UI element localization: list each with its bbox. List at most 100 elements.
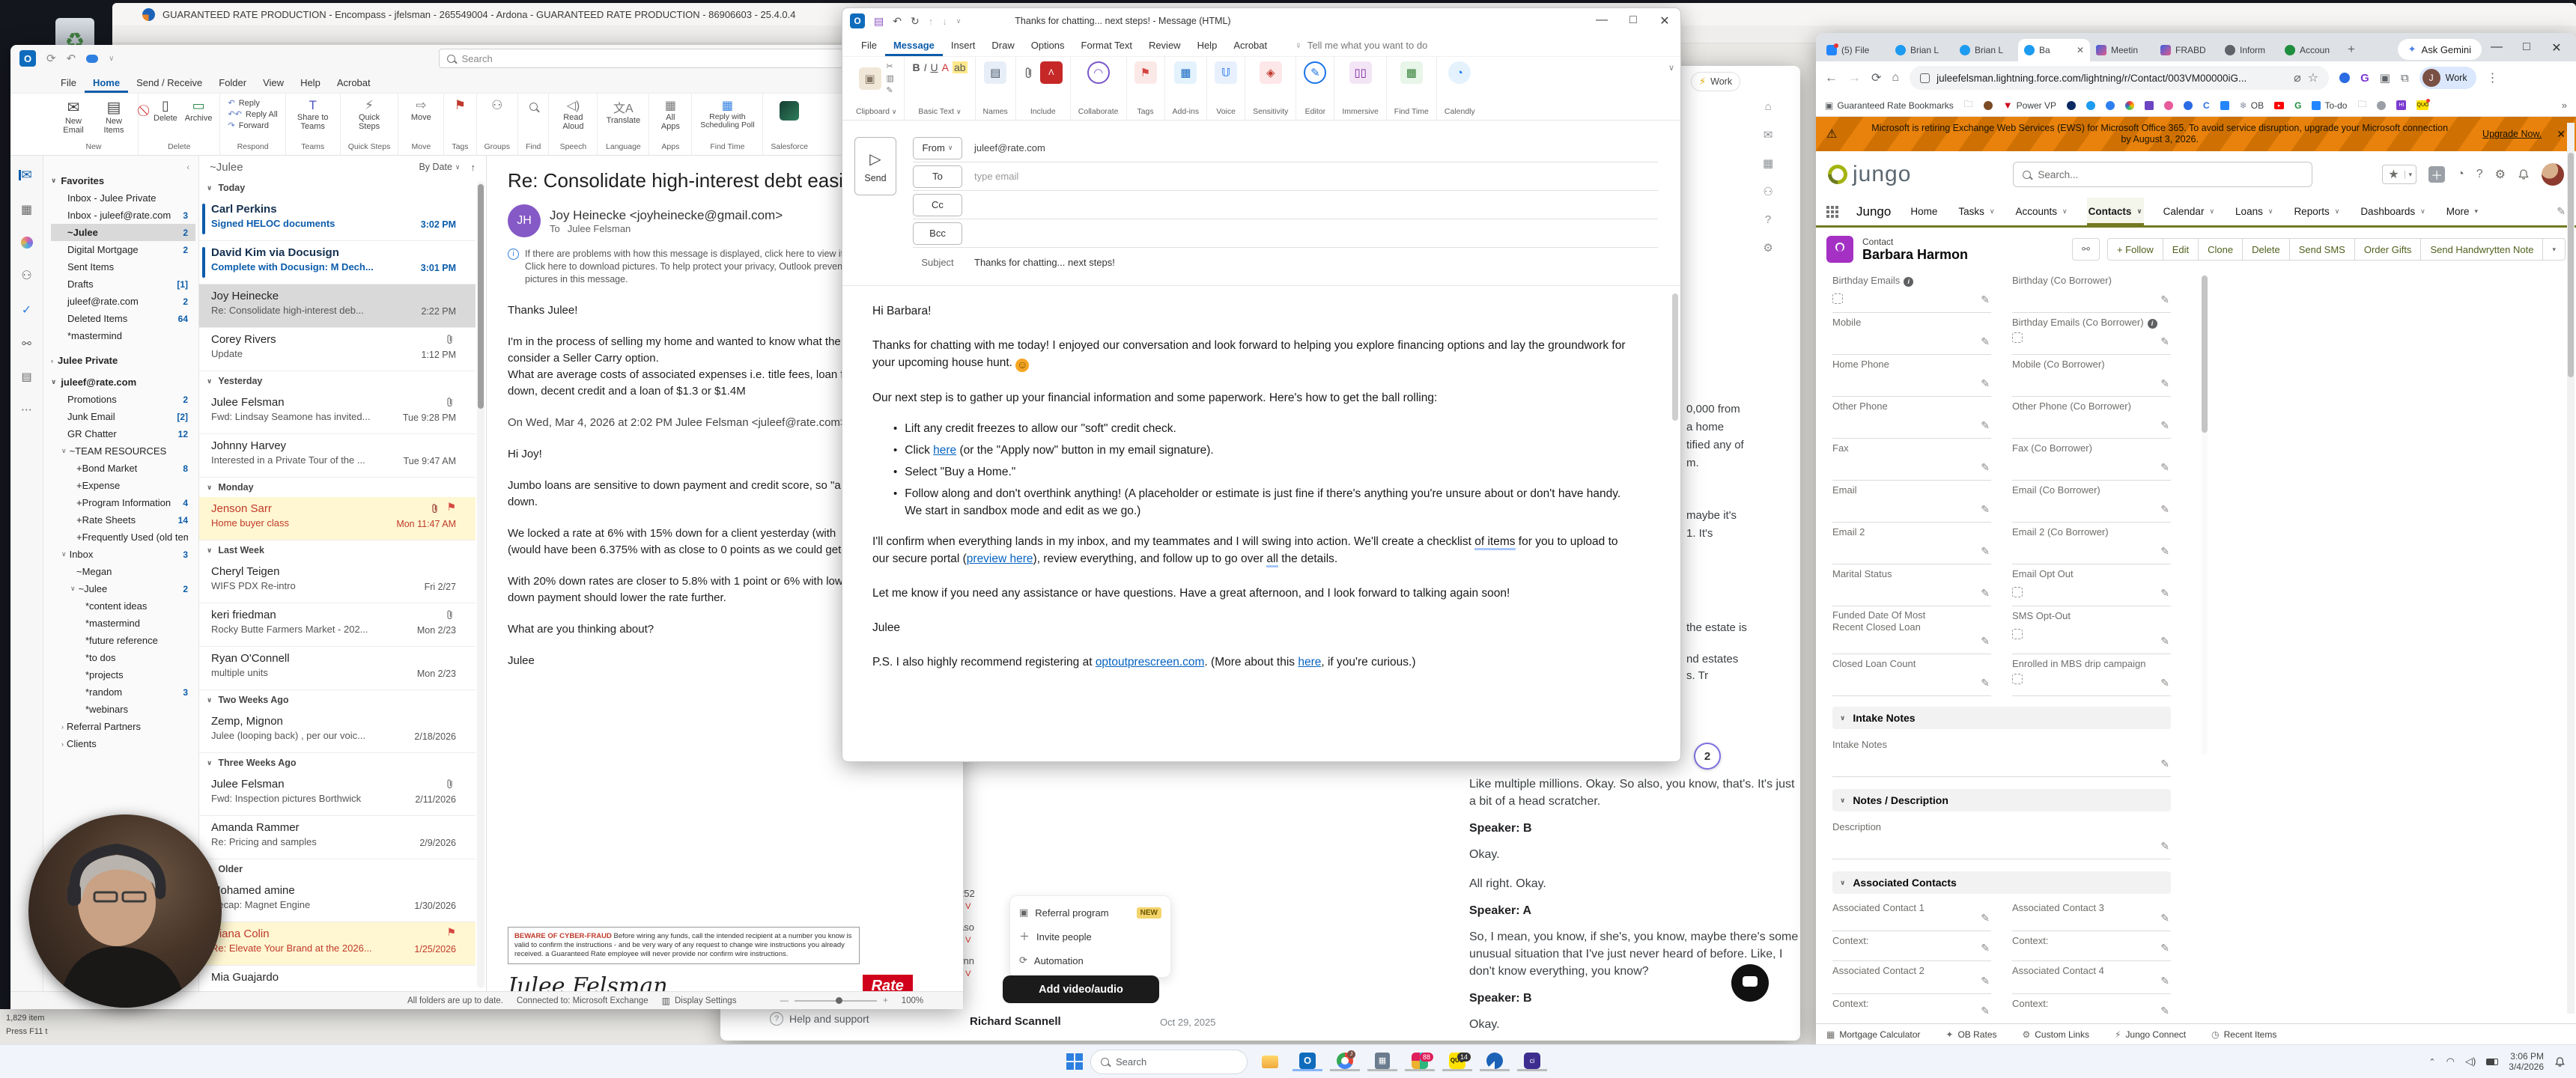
chat-bubble-button[interactable]: ▾ bbox=[1731, 964, 1769, 1002]
new-items-button[interactable]: ▤ New Items bbox=[97, 98, 130, 135]
calendly-icon[interactable]: ◔ bbox=[1448, 61, 1471, 84]
taskbar-slack[interactable]: 88 bbox=[1405, 1053, 1435, 1071]
sort-direction-icon[interactable]: ↑ bbox=[471, 162, 476, 173]
dictate-icon[interactable]: 𝕌 bbox=[1215, 61, 1237, 84]
bookmark-youtube-icon[interactable]: ▸ bbox=[2274, 102, 2284, 109]
mail-icon[interactable]: ✉ bbox=[1764, 128, 1773, 141]
menu-options[interactable]: Options bbox=[1023, 34, 1073, 56]
quick-steps-button[interactable]: ⚡ Quick Steps bbox=[350, 98, 389, 131]
collapse-folder-pane[interactable]: ‹ bbox=[51, 163, 195, 172]
extensions-puzzle-icon[interactable]: ▣ bbox=[2380, 71, 2390, 85]
field-marital-status[interactable]: Marital Status✎ bbox=[1832, 564, 1991, 606]
bookmark-icon[interactable]: HI bbox=[2396, 100, 2406, 110]
folder-item[interactable]: Digital Mortgage2 bbox=[51, 241, 195, 258]
scheduling-poll-icon[interactable]: ▦ bbox=[1400, 61, 1423, 84]
undo-icon[interactable]: ↶ bbox=[893, 15, 902, 28]
qat-customize-icon[interactable]: ∨ bbox=[956, 17, 962, 25]
folder-item[interactable]: Junk Email[2] bbox=[51, 408, 195, 425]
email-row[interactable]: Mohamed amineRecap: Magnet Engine1/30/20… bbox=[199, 879, 476, 922]
apply-link[interactable]: here bbox=[933, 444, 956, 457]
edit-pencil-icon[interactable]: ✎ bbox=[1981, 975, 1990, 987]
edit-pencil-icon[interactable]: ✎ bbox=[2160, 1005, 2169, 1017]
setup-gear-icon[interactable]: ⚙ bbox=[2495, 167, 2506, 182]
favorites-button[interactable]: ★▾ bbox=[2382, 165, 2416, 184]
nav-home[interactable]: Home bbox=[1909, 198, 1939, 225]
more-actions-button[interactable]: ▾ bbox=[2543, 238, 2566, 261]
global-actions-icon[interactable]: ＋ bbox=[2428, 166, 2445, 183]
folder-item[interactable]: ∨~TEAM RESOURCES bbox=[51, 442, 195, 460]
nav-accounts[interactable]: Accounts∨ bbox=[2014, 198, 2068, 225]
nav-more[interactable]: More▾ bbox=[2445, 198, 2479, 225]
read-aloud-button[interactable]: ◁) Read Aloud bbox=[556, 98, 589, 131]
field-assoc-contact-3[interactable]: Associated Contact 3✎ bbox=[2012, 898, 2171, 931]
field-email-co[interactable]: Email (Co Borrower)✎ bbox=[2012, 481, 2171, 523]
email-row[interactable]: Zemp, MignonJulee (looping back) , per o… bbox=[199, 710, 476, 753]
edit-pencil-icon[interactable]: ✎ bbox=[1981, 377, 1990, 390]
field-other-phone-co[interactable]: Other Phone (Co Borrower)✎ bbox=[2012, 397, 2171, 439]
edit-pencil-icon[interactable]: ✎ bbox=[1981, 912, 1990, 925]
email-row[interactable]: Ryan O'Connellmultiple unitsMon 2/23 bbox=[199, 647, 476, 690]
bookmark-todo[interactable]: To-do bbox=[2312, 100, 2347, 111]
clock[interactable]: 3:06 PM3/4/2026 bbox=[2509, 1051, 2544, 1072]
menu-item-automation[interactable]: ⟳ Automation bbox=[1010, 948, 1170, 972]
email-row[interactable]: Carl PerkinsSigned HELOC documents3:02 P… bbox=[199, 198, 476, 241]
field-context[interactable]: Context:✎ bbox=[1832, 931, 1991, 961]
browser-tab[interactable]: Brian L bbox=[1954, 39, 2018, 61]
adobe-link-icon[interactable]: Λ bbox=[1040, 61, 1063, 84]
folder-item-selected[interactable]: ~Julee2 bbox=[51, 224, 195, 241]
section-associated-contacts[interactable]: ∨Associated Contacts bbox=[1832, 871, 2171, 894]
send-handwrytten-button[interactable]: Send Handwrytten Note bbox=[2421, 238, 2543, 261]
side-panel-icon[interactable]: ⧉ bbox=[2401, 72, 2409, 85]
chrome-menu-icon[interactable]: ⋮ bbox=[2487, 70, 2499, 85]
folder-item[interactable]: *mastermind bbox=[51, 615, 195, 632]
edit-pencil-icon[interactable]: ✎ bbox=[2160, 335, 2169, 348]
bookmark-folder[interactable]: ▣Guaranteed Rate Bookmarks bbox=[1825, 100, 1954, 111]
taskbar-search[interactable]: Search bbox=[1090, 1050, 1248, 1074]
field-email2-co[interactable]: Email 2 (Co Borrower)✎ bbox=[2012, 523, 2171, 564]
bookmark-star-icon[interactable]: ☆ bbox=[2308, 70, 2318, 85]
folder-item[interactable]: Promotions2 bbox=[51, 391, 195, 408]
reading-to[interactable]: Julee Felsman bbox=[568, 223, 631, 234]
to-button[interactable]: To bbox=[913, 165, 962, 188]
display-settings-button[interactable]: ▥Display Settings bbox=[662, 996, 737, 1006]
new-email-button[interactable]: ✉ New Email bbox=[57, 98, 90, 135]
menu-item-invite-people[interactable]: ＋ Invite people bbox=[1010, 925, 1170, 948]
profile-chip[interactable]: J Work bbox=[2419, 67, 2476, 89]
folder-item[interactable]: ›Referral Partners bbox=[51, 718, 195, 735]
email-row[interactable]: David Kim via DocusignComplete with Docu… bbox=[199, 241, 476, 284]
folder-item[interactable]: Inbox - Julee Private bbox=[51, 189, 195, 207]
follow-button[interactable]: + Follow bbox=[2107, 238, 2163, 261]
find-icon[interactable] bbox=[529, 103, 538, 111]
email-row[interactable]: Amanda RammerRe: Pricing and samples2/9/… bbox=[199, 816, 476, 859]
edit-pencil-icon[interactable]: ✎ bbox=[1981, 942, 1990, 954]
account-julee-private[interactable]: ›Julee Private bbox=[51, 352, 195, 369]
optout-link[interactable]: optoutprescreen.com bbox=[1096, 656, 1205, 669]
send-receive-icon[interactable]: ⟳ bbox=[46, 52, 56, 65]
salesforce-icon[interactable] bbox=[780, 101, 799, 121]
new-tab-button[interactable]: + bbox=[2348, 42, 2355, 57]
favorites-header[interactable]: ∨Favorites bbox=[51, 172, 195, 189]
browser-tab[interactable]: FRABD bbox=[2154, 39, 2219, 61]
folder-item[interactable]: Drafts[1] bbox=[51, 275, 195, 293]
bookmark-quo[interactable]: QUO bbox=[2416, 100, 2436, 110]
office-addins-icon[interactable]: ▦ bbox=[1174, 61, 1197, 84]
edit-pencil-icon[interactable]: ✎ bbox=[1981, 503, 1990, 516]
list-group-header[interactable]: ∨Older bbox=[199, 859, 476, 879]
order-gifts-button[interactable]: Order Gifts bbox=[2355, 238, 2422, 261]
address-bar[interactable]: juleefelsman.lightning.force.com/lightni… bbox=[1910, 66, 2329, 90]
bcc-button[interactable]: Bcc bbox=[913, 222, 962, 245]
org-button[interactable]: ⚯ bbox=[2072, 238, 2100, 261]
list-group-header[interactable]: ∨Last Week bbox=[199, 540, 476, 560]
bookmark-icon[interactable] bbox=[2106, 101, 2115, 110]
browser-tab[interactable]: Meetin bbox=[2090, 39, 2154, 61]
bookmarks-overflow-icon[interactable]: » bbox=[2562, 100, 2567, 111]
nav-reports[interactable]: Reports∨ bbox=[2292, 198, 2341, 225]
forward-button[interactable]: ↷Forward bbox=[228, 121, 277, 132]
groups-icon[interactable]: ⚇ bbox=[491, 98, 502, 113]
menu-file[interactable]: File bbox=[853, 34, 885, 56]
taskbar-chrome[interactable]: J bbox=[1330, 1053, 1360, 1071]
all-apps-button[interactable]: ▦ All Apps bbox=[657, 98, 684, 131]
taskbar-calculator[interactable]: ▦ bbox=[1367, 1053, 1397, 1071]
folder-item[interactable]: *content ideas bbox=[51, 597, 195, 615]
bookmark-ob[interactable]: ❄OB bbox=[2240, 100, 2264, 111]
